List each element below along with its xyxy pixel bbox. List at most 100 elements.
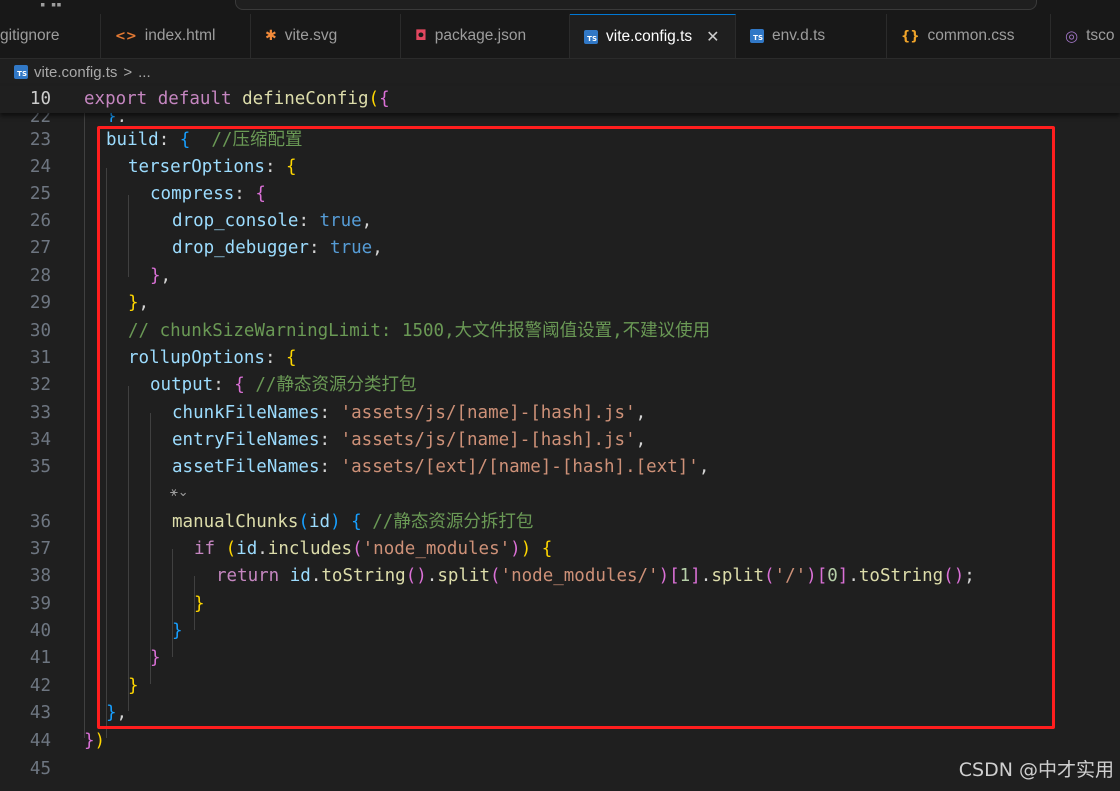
tab-label: gitignore (0, 27, 60, 44)
code-line-row: 23 build: { //压缩配置 (0, 127, 1120, 154)
code-line-row: 45 (0, 756, 1120, 783)
code-line: assetFileNames: 'assets/[ext]/[name]-[ha… (172, 457, 710, 477)
code-line-row: 34 entryFileNames: 'assets/js/[name]-[ha… (0, 427, 1120, 454)
code-line-row: 42 } (0, 673, 1120, 700)
code-line-row: 27 drop_debugger: true, (0, 235, 1120, 262)
command-center[interactable] (235, 0, 1037, 10)
code-line: rollupOptions: { (128, 348, 297, 368)
tab-label: package.json (434, 27, 527, 44)
line-number: 33 (29, 403, 51, 423)
code-line: output: { //静态资源分类打包 (150, 375, 417, 395)
tab-tsconfig[interactable]: ◎ tsco (1051, 14, 1120, 58)
tab-label: common.css (927, 27, 1015, 44)
code-line-row: 35 assetFileNames: 'assets/[ext]/[name]-… (0, 454, 1120, 481)
tab-label: tsco (1086, 27, 1115, 44)
code-line-row: 22 }, (0, 113, 1120, 122)
code-line-row: 37 if (id.includes('node_modules')) { (0, 536, 1120, 563)
code-line: compress: { (150, 184, 266, 204)
tab-label: vite.config.ts (606, 28, 693, 45)
code-line-row: 32 output: { //静态资源分类打包 (0, 372, 1120, 399)
code-line: terserOptions: { (128, 157, 297, 177)
code-line-row: 29 }, (0, 290, 1120, 317)
code-line-row: 39 } (0, 591, 1120, 618)
editor-tab-bar: gitignore <> index.html ✱ vite.svg ◘ pac… (0, 14, 1120, 59)
tab-env-d-ts[interactable]: TS env.d.ts (736, 14, 887, 58)
line-number: 43 (29, 703, 51, 723)
line-number: 27 (29, 238, 51, 258)
code-line-row: 25 compress: { (0, 181, 1120, 208)
line-number: 36 (29, 512, 51, 532)
tab-label: env.d.ts (772, 27, 826, 44)
line-number: 32 (29, 375, 51, 395)
code-comment: // chunkSizeWarningLimit: 1500,大文件报警阈值设置… (128, 321, 711, 341)
line-number: 28 (29, 266, 51, 286)
code-line-row: 26 drop_console: true, (0, 208, 1120, 235)
svg-icon: ✱ (265, 28, 277, 44)
code-line: if (id.includes('node_modules')) { (194, 539, 553, 559)
code-line-row: 28 }, (0, 263, 1120, 290)
tsconfig-icon: ◎ (1065, 27, 1079, 45)
html-icon: <> (115, 28, 137, 44)
line-number: 41 (29, 648, 51, 668)
breadcrumb: TS vite.config.ts > ... (0, 58, 1120, 86)
sticky-scroll-line[interactable]: 10 export default defineConfig({ (0, 86, 1120, 113)
line-number: 30 (29, 321, 51, 341)
line-number: 44 (29, 731, 51, 751)
tab-label: index.html (144, 27, 216, 44)
code-line: }, (150, 266, 172, 286)
code-line-row: 43 }, (0, 700, 1120, 727)
tab-vite-svg[interactable]: ✱ vite.svg (251, 14, 401, 58)
line-number: 39 (29, 594, 51, 614)
code-line: } (128, 676, 139, 696)
code-line-row: 30 // chunkSizeWarningLimit: 1500,大文件报警阈… (0, 318, 1120, 345)
code-line: export default defineConfig({ (84, 89, 390, 109)
tab-vite-config-ts[interactable]: TS vite.config.ts ✕ (570, 14, 736, 58)
line-number: 34 (29, 430, 51, 450)
code-line: drop_console: true, (172, 211, 373, 231)
code-line-row: 33 chunkFileNames: 'assets/js/[name]-[ha… (0, 400, 1120, 427)
window-controls-remnant: ▪ ▪▪ (40, 0, 62, 10)
breadcrumb-file[interactable]: vite.config.ts (34, 64, 117, 81)
tab-package-json[interactable]: ◘ package.json (401, 14, 570, 58)
line-number: 24 (29, 157, 51, 177)
code-line-row: 38 return id.toString().split('node_modu… (0, 563, 1120, 590)
typescript-icon: TS (750, 29, 764, 43)
tab-index-html[interactable]: <> index.html (101, 14, 251, 58)
code-line: } (194, 594, 205, 614)
close-icon[interactable]: ✕ (706, 27, 719, 47)
code-line: }) (84, 731, 106, 751)
line-number: 42 (29, 676, 51, 696)
typescript-icon: TS (584, 30, 598, 44)
line-number: 29 (29, 293, 51, 313)
code-line: chunkFileNames: 'assets/js/[name]-[hash]… (172, 403, 647, 423)
watermark: CSDN @中才实用 (958, 759, 1114, 781)
line-number: 23 (29, 130, 51, 150)
code-line: }, (128, 293, 150, 313)
line-number: 45 (29, 759, 51, 779)
css-icon: {} (901, 28, 920, 44)
line-number: 25 (29, 184, 51, 204)
chevron-right-icon: > (123, 63, 133, 81)
code-line-row: 44 }) (0, 728, 1120, 755)
code-line-row: 40 } (0, 618, 1120, 645)
tab-common-css[interactable]: {} common.css (887, 14, 1051, 58)
code-line: build: { //压缩配置 (106, 130, 303, 150)
tab-label: vite.svg (284, 27, 338, 44)
line-number: 31 (29, 348, 51, 368)
code-editor[interactable]: 10 export default defineConfig({ 22 }, 2… (0, 86, 1120, 791)
line-number: 22 (0, 113, 51, 122)
code-line-row: 24 terserOptions: { (0, 154, 1120, 181)
code-line-row: 31 rollupOptions: { (0, 345, 1120, 372)
line-number: 38 (29, 566, 51, 586)
line-number: 35 (29, 457, 51, 477)
typescript-icon: TS (14, 65, 28, 79)
code-line: return id.toString().split('node_modules… (216, 566, 975, 586)
breadcrumb-more[interactable]: ... (138, 64, 151, 81)
code-line: entryFileNames: 'assets/js/[name]-[hash]… (172, 430, 647, 450)
code-lens-icon[interactable]: ⚹⌄ (170, 485, 189, 500)
code-line: } (150, 648, 161, 668)
code-line-row: 36 manualChunks(id) { //静态资源分拆打包 (0, 509, 1120, 536)
tab-gitignore[interactable]: gitignore (0, 14, 101, 58)
code-line-row: 41 } (0, 645, 1120, 672)
json-icon: ◘ (415, 28, 427, 44)
